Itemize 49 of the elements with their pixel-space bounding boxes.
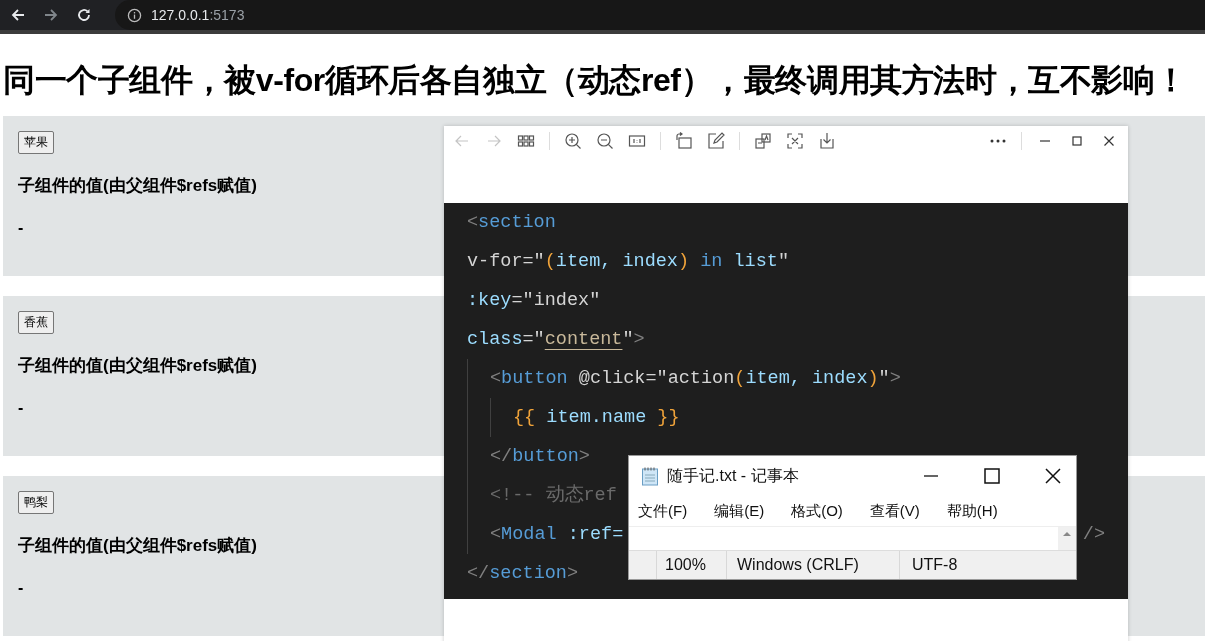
grid-icon[interactable] [517,132,535,150]
menu-item[interactable]: 文件(F) [638,501,688,521]
code-line: {{ item.name }} [513,406,680,430]
code-line: <button @click="action(item, index)"> [490,367,901,391]
status-text: 100% [657,551,727,579]
menu-item[interactable]: 帮助(H) [946,501,998,521]
rotate-icon[interactable] [675,132,693,150]
code-line: <!-- 动态ref [490,483,617,508]
status-text: UTF-8 [911,555,958,575]
value-label: 子组件的值(由父组件$refs赋值) [18,535,257,557]
fruit-button[interactable]: 苹果 [18,131,54,154]
code-line: :key="index" [467,289,601,313]
menu-item[interactable]: 格式(O) [791,501,843,521]
scrollbar[interactable] [1058,527,1076,550]
address-bar[interactable]: 127.0.0.1:5173 [115,0,1205,30]
menu-item[interactable]: 编辑(E) [714,501,765,521]
scroll-up-icon[interactable] [1062,531,1072,537]
fruit-button[interactable]: 鸭梨 [18,491,54,514]
zoom-in-icon[interactable] [564,132,582,150]
code-line: <Modal :ref= [490,523,624,547]
code-line: <section [467,211,556,235]
page-heading: 同一个子组件，被v-for循环后各自独立（动态ref），最终调用其方法时，互不影响！ [3,61,1188,100]
download-icon[interactable] [818,132,836,150]
code-text: /> [1082,523,1105,547]
scan-icon[interactable] [786,132,804,150]
value-label: 子组件的值(由父组件$refs赋值) [18,355,257,377]
status-text: Windows (CRLF) [727,551,900,579]
edit-icon[interactable] [707,132,725,150]
url-text: 127.0.0.1:5173 [151,7,245,23]
actual-size-icon[interactable] [628,132,646,150]
value-label: 子组件的值(由父组件$refs赋值) [18,175,257,197]
code-line: </button> [490,445,590,469]
reload-icon[interactable] [76,7,92,23]
window-title: 随手记.txt - 记事本 [667,465,799,486]
notepad-icon [641,466,659,486]
value-text: - [18,219,24,237]
close-icon[interactable] [1043,466,1063,486]
maximize-icon[interactable] [982,466,1002,486]
zoom-out-icon[interactable] [596,132,614,150]
value-text: - [18,579,24,597]
code-line: </section> [467,562,579,586]
code-line: v-for="(item, index) in list" [467,250,789,274]
translate-icon[interactable] [754,132,772,150]
value-text: - [18,399,24,417]
fruit-button[interactable]: 香蕉 [18,311,54,334]
code-line: class="content"> [467,328,645,352]
menu-item[interactable]: 查看(V) [869,501,920,521]
info-icon[interactable] [127,7,142,23]
back-icon[interactable] [10,7,26,23]
